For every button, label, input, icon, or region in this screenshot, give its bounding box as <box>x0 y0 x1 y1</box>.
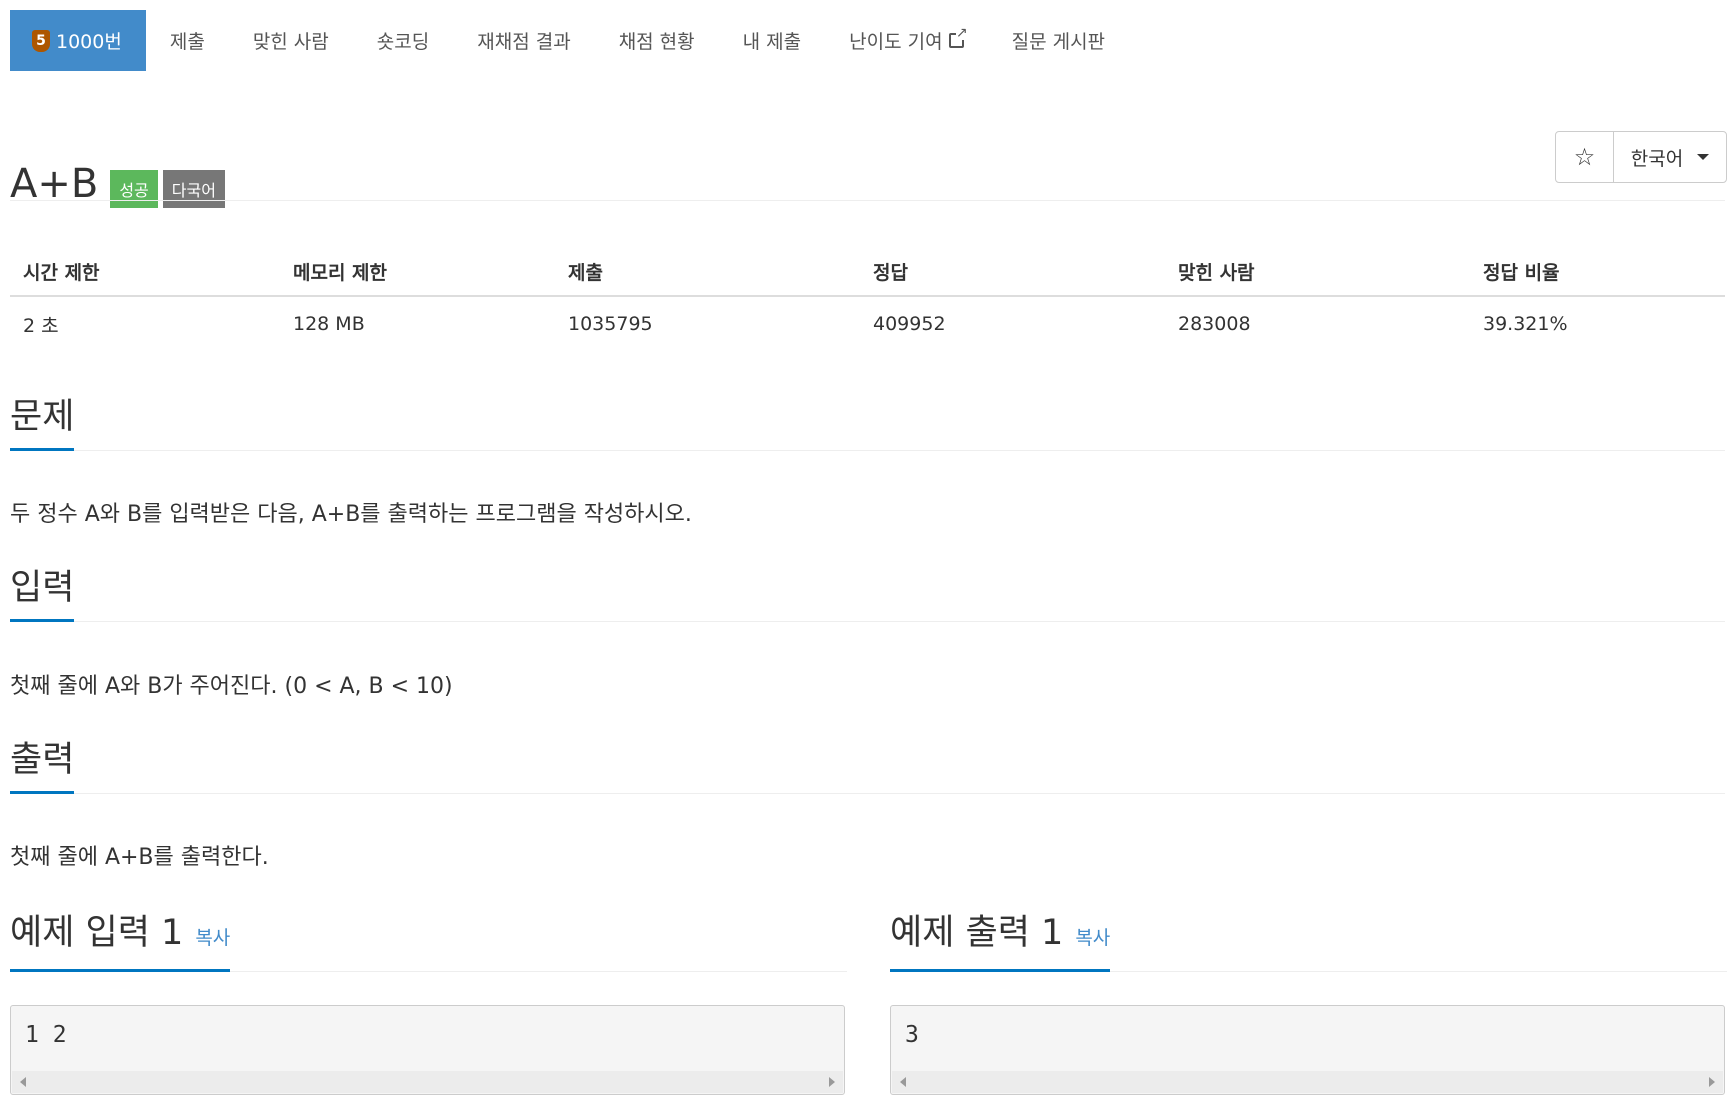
info-time-limit: 2 초 <box>23 314 59 337</box>
sample-output-heading: 예제 출력 1 복사 <box>890 910 1111 972</box>
sample-output-scrollbar[interactable] <box>892 1071 1723 1093</box>
info-header-ratio: 정답 비율 <box>1470 248 1725 297</box>
tab-judge-status[interactable]: 채점 현황 <box>595 10 719 71</box>
problem-description: 두 정수 A와 B를 입력받은 다음, A+B를 출력하는 프로그램을 작성하시… <box>10 502 692 527</box>
copy-sample-output-button[interactable]: 복사 <box>1075 927 1110 949</box>
sample-input-header: 예제 입력 1 복사 <box>10 910 847 972</box>
title-actions: ☆ 한국어 <box>1555 131 1727 183</box>
problem-section-header: 문제 <box>10 394 1725 451</box>
sample-output-title: 예제 출력 1 <box>890 913 1064 953</box>
input-heading-line <box>10 621 1725 622</box>
info-header-time-limit: 시간 제한 <box>10 248 280 297</box>
input-section-header: 입력 <box>10 565 1725 622</box>
info-header-accepted: 정답 <box>860 248 1165 297</box>
output-section-header: 출력 <box>10 737 1725 794</box>
tab-problem[interactable]: 5 1000번 <box>10 10 146 71</box>
problem-heading-line <box>10 450 1725 451</box>
scroll-right-icon[interactable] <box>1709 1077 1715 1087</box>
tab-problem-label: 1000번 <box>56 31 122 53</box>
tab-solvers[interactable]: 맞힌 사람 <box>229 10 353 71</box>
sample-output-content: 3 <box>905 1022 919 1048</box>
info-memory-limit: 128 MB <box>293 313 365 335</box>
language-badge: 다국어 <box>162 169 225 208</box>
tab-short-coding[interactable]: 숏코딩 <box>353 10 453 71</box>
tab-submit[interactable]: 제출 <box>146 10 229 71</box>
problem-page: 5 1000번 제출 맞힌 사람 숏코딩 재채점 결과 채점 현황 내 제출 난… <box>0 0 1735 1101</box>
info-value-row: 2 초 128 MB 1035795 409952 283008 39.321% <box>10 296 1725 351</box>
problem-heading: 문제 <box>10 394 75 451</box>
sample-input-scrollbar[interactable] <box>12 1071 843 1093</box>
caret-down-icon <box>1697 154 1710 160</box>
title-row: A+B 성공 다국어 <box>10 134 230 234</box>
output-description: 첫째 줄에 A+B를 출력한다. <box>10 845 269 870</box>
info-submissions: 1035795 <box>568 313 653 335</box>
sample-input-title: 예제 입력 1 <box>10 913 184 953</box>
sample-input-content: 1 2 <box>25 1022 67 1048</box>
copy-sample-input-button[interactable]: 복사 <box>195 927 230 949</box>
scroll-right-icon[interactable] <box>829 1077 835 1087</box>
sample-input-box[interactable]: 1 2 <box>10 1005 845 1095</box>
info-header-submissions: 제출 <box>555 248 860 297</box>
info-header-solvers: 맞힌 사람 <box>1165 248 1470 297</box>
tab-rejudge-results[interactable]: 재채점 결과 <box>453 10 594 71</box>
tab-my-submissions[interactable]: 내 제출 <box>719 10 825 71</box>
star-icon: ☆ <box>1573 143 1596 171</box>
status-badge: 성공 <box>110 169 158 208</box>
problem-info-table: 시간 제한 메모리 제한 제출 정답 맞힌 사람 정답 비율 2 초 128 M… <box>10 248 1725 351</box>
language-dropdown-label: 한국어 <box>1630 147 1684 170</box>
sample-output-header: 예제 출력 1 복사 <box>890 910 1727 972</box>
tier-icon: 5 <box>32 29 50 52</box>
title-divider <box>10 200 1725 201</box>
scroll-left-icon[interactable] <box>900 1077 906 1087</box>
info-solvers: 283008 <box>1178 313 1251 335</box>
input-description: 첫째 줄에 A와 B가 주어진다. (0 < A, B < 10) <box>10 674 453 699</box>
scroll-left-icon[interactable] <box>20 1077 26 1087</box>
external-link-icon <box>948 26 968 48</box>
tab-question-board[interactable]: 질문 게시판 <box>988 10 1129 71</box>
sample-input-heading: 예제 입력 1 복사 <box>10 910 231 972</box>
tab-difficulty-label: 난이도 기여 <box>849 31 943 53</box>
problem-tabs: 5 1000번 제출 맞힌 사람 숏코딩 재채점 결과 채점 현황 내 제출 난… <box>10 10 1129 71</box>
sample-output-box[interactable]: 3 <box>890 1005 1725 1095</box>
input-heading: 입력 <box>10 565 75 622</box>
tab-difficulty-contribution[interactable]: 난이도 기여 <box>825 10 987 71</box>
info-header-memory-limit: 메모리 제한 <box>280 248 555 297</box>
output-heading-line <box>10 793 1725 794</box>
language-dropdown[interactable]: 한국어 <box>1614 132 1726 182</box>
favorite-star-button[interactable]: ☆ <box>1556 132 1614 182</box>
info-accepted: 409952 <box>873 313 946 335</box>
info-header-row: 시간 제한 메모리 제한 제출 정답 맞힌 사람 정답 비율 <box>10 248 1725 297</box>
info-ratio: 39.321% <box>1483 313 1568 335</box>
output-heading: 출력 <box>10 737 75 794</box>
